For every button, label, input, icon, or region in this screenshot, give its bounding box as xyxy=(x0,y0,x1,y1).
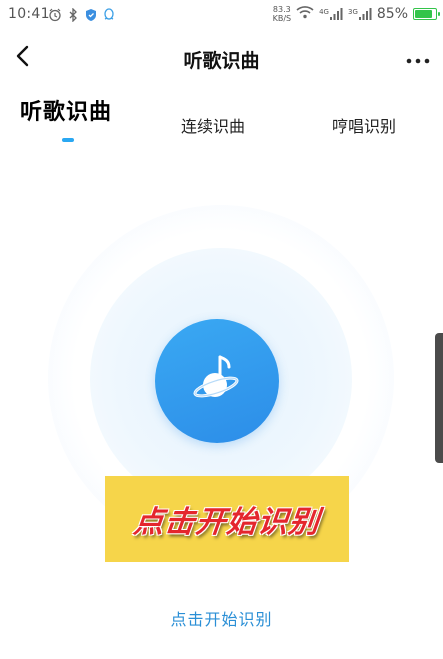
battery-icon xyxy=(413,7,440,20)
more-button[interactable] xyxy=(403,44,433,72)
battery-percent: 85% xyxy=(376,5,408,22)
network-speed-unit: KB/S xyxy=(272,13,292,23)
active-tab-indicator xyxy=(62,138,74,142)
shield-icon xyxy=(84,7,98,21)
tab-continuous-recognize[interactable]: 连续识曲 xyxy=(181,113,245,137)
app-header: 听歌识曲 xyxy=(0,36,443,80)
battery-level xyxy=(415,9,432,18)
network-speed-value: 83.3 xyxy=(272,4,291,14)
signal-2-label: 3G xyxy=(347,7,358,16)
status-icons-right: 83.3 KB/S 4G 3G 85% xyxy=(273,4,440,23)
banner-text: 点击开始识别 xyxy=(131,505,322,540)
status-bar: 10:41 83.3 KB/S 4G 3G 85% xyxy=(0,0,443,30)
more-icon xyxy=(406,49,430,68)
tab-bar: 听歌识曲 连续识曲 哼唱识别 xyxy=(0,100,443,146)
network-speed: 83.3 KB/S xyxy=(273,5,292,23)
start-recognition-banner[interactable]: 点击开始识别 xyxy=(105,476,349,562)
recognize-button[interactable] xyxy=(155,319,279,443)
tab-listen-recognize[interactable]: 听歌识曲 xyxy=(20,94,112,126)
page-title: 听歌识曲 xyxy=(183,50,260,72)
start-recognition-hint[interactable]: 点击开始识别 xyxy=(0,606,443,630)
signal-icon-2: 3G xyxy=(347,7,372,20)
signal-icon: 4G xyxy=(319,7,343,20)
music-planet-icon xyxy=(187,349,247,413)
status-icons-left xyxy=(48,7,116,23)
signal-1-label: 4G xyxy=(319,7,329,16)
scroll-handle[interactable] xyxy=(435,333,443,463)
qq-icon xyxy=(102,7,116,21)
tab-hum-recognize[interactable]: 哼唱识别 xyxy=(332,113,396,137)
alarm-icon xyxy=(48,7,62,22)
bluetooth-icon xyxy=(66,7,80,23)
wifi-icon xyxy=(296,4,314,23)
status-time: 10:41 xyxy=(8,6,50,22)
